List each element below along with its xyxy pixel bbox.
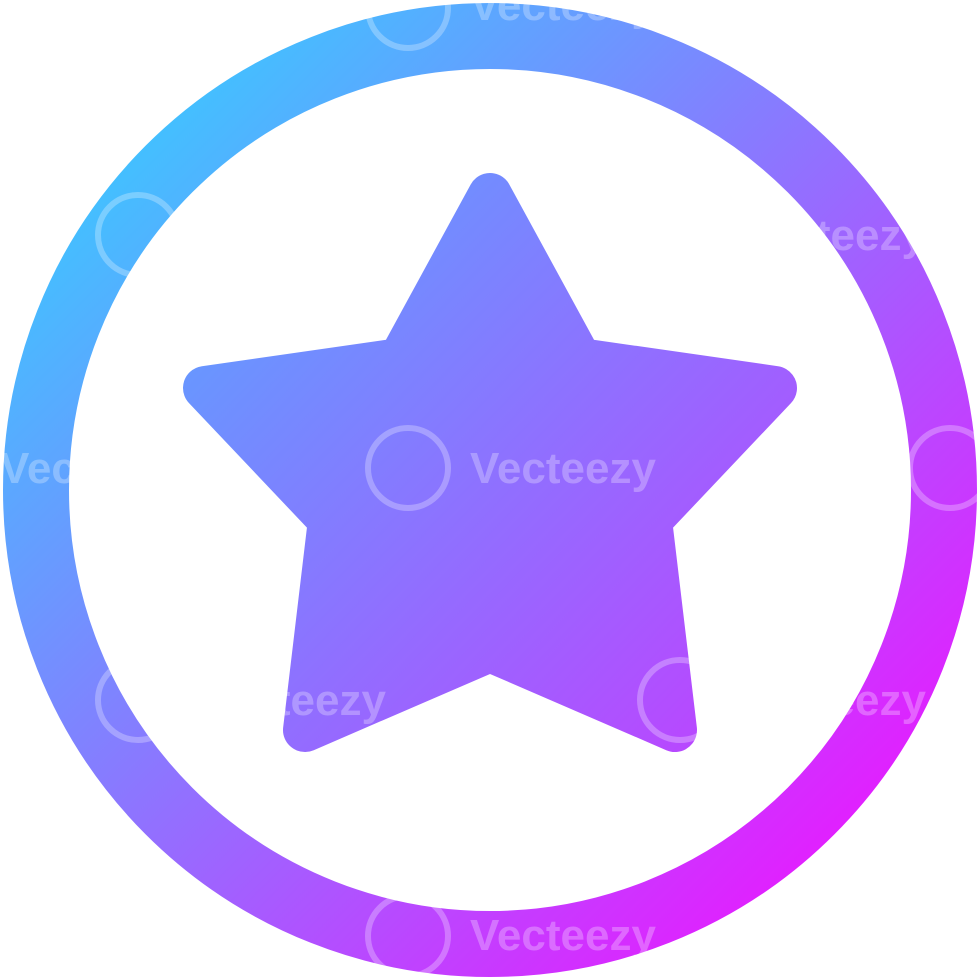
star-in-circle-icon	[3, 3, 977, 977]
icon-canvas: Vecteezy Vecteezy Vecteezy Vecteezy Vect…	[0, 0, 980, 980]
star-shape	[183, 173, 797, 752]
